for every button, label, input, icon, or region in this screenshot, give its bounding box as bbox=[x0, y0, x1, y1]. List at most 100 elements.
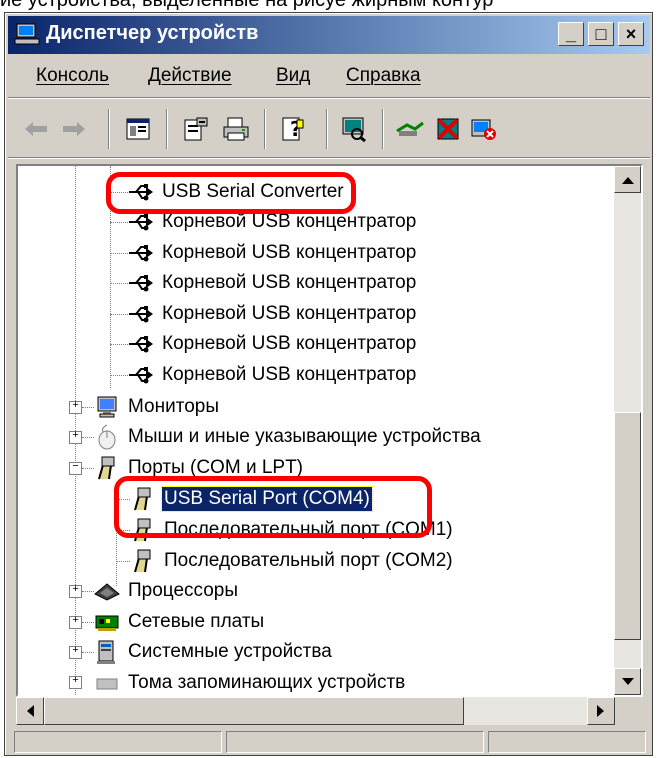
menu-action[interactable]: Действие bbox=[148, 65, 232, 87]
network-card-icon bbox=[95, 615, 119, 631]
back-button[interactable] bbox=[18, 111, 54, 147]
title-bar[interactable]: Диспетчер устройств _ □ × bbox=[8, 16, 650, 54]
status-panel bbox=[14, 731, 222, 753]
tree-line bbox=[110, 344, 128, 345]
scrollbar-corner bbox=[615, 697, 643, 725]
tree-category-label: Тома запоминающих устройств bbox=[128, 672, 406, 693]
usb-icon bbox=[129, 367, 153, 384]
console-tree-button[interactable] bbox=[120, 111, 156, 147]
console-tree-icon bbox=[126, 118, 150, 140]
print-button[interactable] bbox=[218, 111, 254, 147]
tree-line bbox=[82, 622, 94, 623]
tree-line bbox=[82, 437, 94, 438]
status-panel bbox=[488, 731, 646, 753]
device-manager-window: Диспетчер устройств _ □ × Консоль Действ… bbox=[4, 12, 653, 756]
tree-item-label: Последовательный порт (COM2) bbox=[164, 550, 453, 571]
forward-button[interactable] bbox=[56, 111, 92, 147]
menu-view[interactable]: Вид bbox=[276, 65, 310, 87]
tree-line bbox=[110, 222, 128, 223]
tree-line bbox=[110, 314, 128, 315]
expand-toggle[interactable]: + bbox=[69, 585, 82, 598]
minimize-button[interactable]: _ bbox=[558, 22, 584, 46]
cut-caption-text: ие устройства, выделенные на рисуе жирны… bbox=[0, 0, 494, 11]
processor-icon bbox=[94, 583, 120, 601]
tree-line bbox=[110, 253, 128, 254]
help-icon: ? bbox=[282, 117, 304, 141]
scan-hardware-icon bbox=[342, 117, 366, 142]
expand-toggle[interactable]: + bbox=[69, 676, 82, 689]
uninstall-device-button[interactable] bbox=[466, 111, 502, 147]
storage-volume-icon bbox=[96, 678, 118, 690]
tree-line bbox=[82, 652, 94, 653]
arrow-left-icon bbox=[27, 705, 34, 717]
print-icon bbox=[223, 117, 249, 141]
collapse-toggle[interactable]: − bbox=[69, 462, 82, 475]
tree-category-label: Процессоры bbox=[128, 580, 239, 601]
expand-toggle[interactable]: + bbox=[69, 616, 82, 629]
maximize-icon: □ bbox=[595, 24, 607, 44]
device-tree-panel[interactable]: USB Serial Converter Корневой USB концен… bbox=[16, 164, 643, 697]
usb-icon bbox=[129, 245, 153, 262]
tree-category-monitors[interactable]: Мониторы bbox=[94, 392, 221, 422]
port-icon bbox=[98, 456, 115, 480]
menu-bar: Консоль Действие Вид Справка bbox=[8, 57, 650, 98]
arrow-down-icon bbox=[621, 677, 634, 685]
tree-item-label: Корневой USB концентратор bbox=[162, 242, 417, 263]
toolbar-separator bbox=[108, 109, 110, 149]
properties-button[interactable] bbox=[178, 111, 214, 147]
toolbar-separator bbox=[264, 109, 266, 149]
disable-device-button[interactable] bbox=[430, 111, 466, 147]
tree-category-system[interactable]: Системные устройства bbox=[94, 637, 334, 667]
tree-category-label: Мониторы bbox=[128, 396, 219, 417]
vertical-scrollbar[interactable] bbox=[614, 166, 641, 695]
toolbar: ? bbox=[8, 101, 650, 158]
help-button[interactable]: ? bbox=[276, 111, 312, 147]
tree-category-label: Мыши и иные указывающие устройства bbox=[128, 426, 481, 447]
tree-category-mice[interactable]: Мыши и иные указывающие устройства bbox=[94, 422, 483, 452]
window-title: Диспетчер устройств bbox=[46, 22, 259, 44]
tree-category-storage-volumes[interactable]: Тома запоминающих устройств bbox=[94, 668, 407, 695]
maximize-button[interactable]: □ bbox=[588, 22, 614, 46]
scroll-right-button[interactable] bbox=[587, 697, 615, 725]
close-button[interactable]: × bbox=[618, 22, 644, 46]
scroll-thumb[interactable] bbox=[614, 412, 641, 640]
tree-item-serial-port-com2[interactable]: Последовательный порт (COM2) bbox=[130, 546, 455, 576]
update-driver-button[interactable] bbox=[392, 111, 428, 147]
tree-category-label: Системные устройства bbox=[128, 641, 332, 662]
uninstall-device-icon bbox=[471, 119, 496, 140]
system-devices-icon bbox=[97, 640, 115, 664]
usb-icon bbox=[129, 336, 153, 353]
menu-help[interactable]: Справка bbox=[346, 65, 421, 87]
expand-toggle[interactable]: + bbox=[69, 646, 82, 659]
highlight-outline bbox=[106, 172, 356, 214]
horizontal-scrollbar[interactable] bbox=[16, 697, 643, 725]
tree-line bbox=[116, 561, 130, 562]
tree-item-usb-root-hub[interactable]: Корневой USB концентратор bbox=[128, 238, 418, 268]
tree-item-usb-root-hub[interactable]: Корневой USB концентратор bbox=[128, 329, 418, 359]
scroll-thumb[interactable] bbox=[44, 697, 464, 725]
monitor-icon bbox=[97, 396, 117, 418]
usb-icon bbox=[129, 306, 153, 323]
expand-toggle[interactable]: + bbox=[69, 401, 82, 414]
scroll-left-button[interactable] bbox=[16, 697, 44, 725]
tree-line bbox=[82, 407, 94, 408]
tree-category-network[interactable]: Сетевые платы bbox=[94, 607, 266, 637]
close-icon: × bbox=[625, 24, 637, 44]
tree-item-usb-root-hub[interactable]: Корневой USB концентратор bbox=[128, 268, 418, 298]
disable-device-icon bbox=[437, 118, 459, 140]
scroll-down-button[interactable] bbox=[614, 668, 641, 695]
update-driver-icon bbox=[396, 121, 424, 136]
tree-category-label: Сетевые платы bbox=[128, 611, 265, 632]
usb-icon bbox=[129, 214, 153, 231]
menu-console[interactable]: Консоль bbox=[36, 65, 109, 87]
tree-category-processors[interactable]: Процессоры bbox=[94, 576, 240, 606]
tree-line bbox=[82, 468, 94, 469]
expand-toggle[interactable]: + bbox=[69, 431, 82, 444]
tree-item-usb-root-hub[interactable]: Корневой USB концентратор bbox=[128, 360, 418, 390]
arrow-up-icon bbox=[621, 176, 634, 184]
scroll-up-button[interactable] bbox=[614, 166, 641, 193]
toolbar-separator bbox=[382, 109, 384, 149]
scan-hardware-button[interactable] bbox=[336, 111, 372, 147]
tree-item-usb-root-hub[interactable]: Корневой USB концентратор bbox=[128, 299, 418, 329]
properties-icon bbox=[184, 117, 208, 141]
